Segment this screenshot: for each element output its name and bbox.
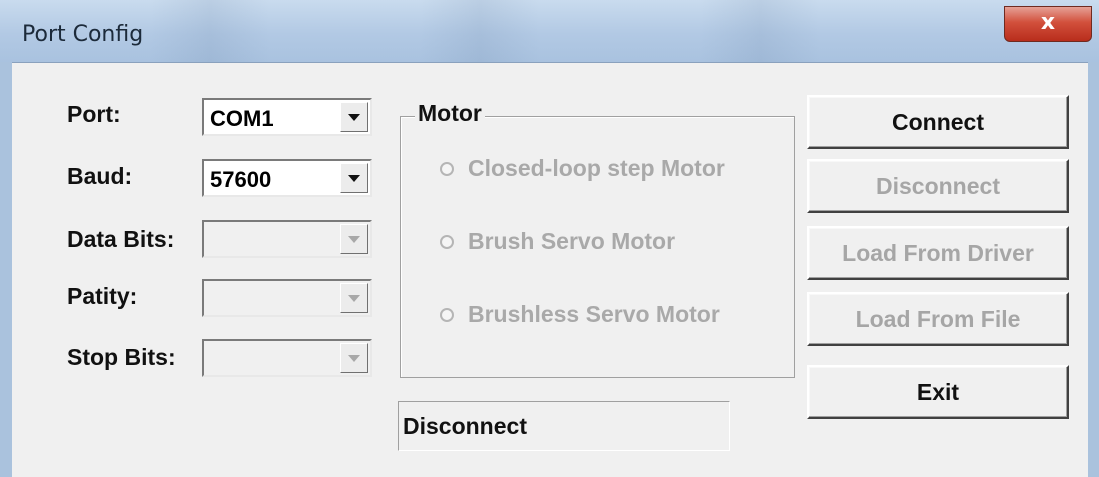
parity-label: Patity: [67, 283, 138, 309]
connection-status: Disconnect [398, 401, 730, 451]
radio-brush-servo-motor[interactable]: Brush Servo Motor [440, 228, 675, 255]
baud-value: 57600 [210, 167, 272, 192]
chevron-down-icon [348, 235, 360, 243]
dialog-body: Port: COM1 Baud: 57600 Data Bits: Patity… [12, 62, 1088, 477]
radio-label: Closed-loop step Motor [468, 155, 725, 181]
data-bits-label: Data Bits: [67, 226, 175, 252]
load-from-driver-button[interactable]: Load From Driver [807, 226, 1069, 280]
radio-circle-icon [440, 234, 454, 249]
parity-combobox[interactable] [202, 279, 372, 317]
disconnect-button[interactable]: Disconnect [807, 159, 1069, 213]
stop-bits-combobox[interactable] [202, 339, 372, 377]
chevron-down-icon [348, 294, 360, 302]
radio-label: Brush Servo Motor [468, 228, 676, 254]
baud-dropdown-button[interactable] [340, 163, 368, 193]
window-frame-right [1088, 62, 1099, 477]
connect-button[interactable]: Connect [807, 95, 1069, 149]
close-icon: x [1040, 10, 1056, 35]
port-dropdown-button[interactable] [340, 102, 368, 132]
data-bits-dropdown-button[interactable] [340, 224, 368, 254]
title-bar[interactable]: Port Config x [0, 0, 1099, 62]
radio-closed-loop-step-motor[interactable]: Closed-loop step Motor [440, 155, 725, 182]
radio-brushless-servo-motor[interactable]: Brushless Servo Motor [440, 301, 720, 328]
radio-label: Brushless Servo Motor [468, 301, 720, 327]
port-combobox[interactable]: COM1 [202, 98, 372, 136]
chevron-down-icon [348, 174, 360, 182]
baud-label: Baud: [67, 163, 133, 189]
exit-button[interactable]: Exit [807, 365, 1069, 419]
window-title: Port Config [22, 22, 144, 47]
radio-circle-icon [440, 161, 454, 176]
chevron-down-icon [348, 354, 360, 362]
load-from-file-button[interactable]: Load From File [807, 292, 1069, 346]
port-value: COM1 [210, 106, 274, 131]
stop-bits-label: Stop Bits: [67, 344, 176, 370]
data-bits-combobox[interactable] [202, 220, 372, 258]
parity-dropdown-button[interactable] [340, 283, 368, 313]
stop-bits-dropdown-button[interactable] [340, 343, 368, 373]
close-button[interactable]: x [1004, 6, 1092, 42]
baud-combobox[interactable]: 57600 [202, 159, 372, 197]
chevron-down-icon [348, 113, 360, 121]
radio-circle-icon [440, 307, 454, 322]
port-config-dialog: Port Config x Port: COM1 Baud: 57600 Dat… [0, 0, 1099, 477]
window-frame-left [0, 62, 12, 477]
port-label: Port: [67, 101, 121, 127]
motor-group-title: Motor [415, 100, 485, 127]
